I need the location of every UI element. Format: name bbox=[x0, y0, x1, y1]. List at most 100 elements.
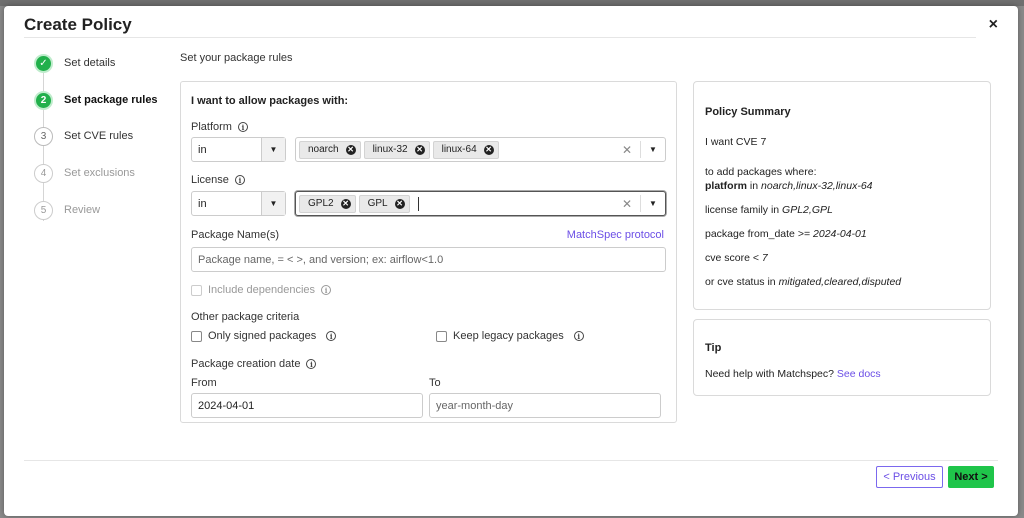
step-number: 3 bbox=[34, 126, 53, 146]
step-label: Set package rules bbox=[64, 94, 158, 106]
license-label-text: License bbox=[191, 174, 229, 186]
keep-legacy-label: Keep legacy packages bbox=[453, 330, 564, 342]
keep-legacy-checkbox[interactable] bbox=[436, 330, 447, 342]
previous-button[interactable]: < Previous bbox=[876, 466, 943, 488]
summary-license: license family in GPL2,GPL bbox=[705, 203, 979, 217]
summary-prefix: or bbox=[705, 276, 718, 288]
caret-down-icon: ▼ bbox=[261, 138, 285, 161]
see-docs-link[interactable]: See docs bbox=[837, 368, 881, 380]
summary-op: in bbox=[768, 204, 783, 216]
include-dependencies-row: Include dependencies i bbox=[191, 284, 332, 296]
footer-divider bbox=[24, 460, 998, 461]
platform-label-text: Platform bbox=[191, 121, 232, 133]
to-date-input[interactable] bbox=[429, 393, 661, 418]
package-names-input[interactable] bbox=[191, 247, 666, 272]
license-multiselect[interactable]: GPL2 ✕ GPL ✕ ✕ ▼ bbox=[295, 191, 666, 216]
remove-chip-icon[interactable]: ✕ bbox=[340, 198, 351, 209]
other-criteria-label: Other package criteria bbox=[191, 311, 300, 323]
step-set-cve-rules[interactable]: 3 Set CVE rules bbox=[34, 126, 133, 146]
title-divider bbox=[24, 37, 976, 38]
clear-icon[interactable]: ✕ bbox=[614, 143, 640, 157]
remove-chip-icon[interactable]: ✕ bbox=[483, 144, 494, 155]
summary-key: platform bbox=[705, 180, 747, 192]
info-icon[interactable]: i bbox=[573, 331, 584, 341]
summary-op: >= bbox=[794, 228, 814, 240]
summary-key: cve score bbox=[705, 252, 750, 264]
step-set-package-rules[interactable]: 2 Set package rules bbox=[34, 90, 158, 110]
license-operator-select[interactable]: in ▼ bbox=[191, 191, 286, 216]
info-icon[interactable]: i bbox=[326, 331, 337, 341]
only-signed-checkbox[interactable] bbox=[191, 330, 202, 342]
step-set-exclusions[interactable]: 4 Set exclusions bbox=[34, 163, 135, 183]
matchspec-protocol-link[interactable]: MatchSpec protocol bbox=[567, 229, 664, 241]
license-chip: GPL ✕ bbox=[358, 194, 410, 213]
summary-status: or cve status in mitigated,cleared,dispu… bbox=[705, 275, 979, 289]
keep-legacy-row: Keep legacy packages i bbox=[436, 330, 584, 342]
from-date-input[interactable] bbox=[191, 393, 423, 418]
step-review[interactable]: 5 Review bbox=[34, 200, 100, 220]
platform-multiselect[interactable]: noarch ✕ linux-32 ✕ linux-64 ✕ ✕ ▼ bbox=[295, 137, 666, 162]
check-icon: ✓ bbox=[34, 53, 53, 73]
step-number: 4 bbox=[34, 163, 53, 183]
license-label: License i bbox=[191, 174, 245, 186]
policy-summary-panel: Policy Summary I want CVE 7 to add packa… bbox=[693, 81, 991, 310]
rules-heading: I want to allow packages with: bbox=[191, 95, 349, 107]
platform-label: Platform i bbox=[191, 121, 248, 133]
summary-op: in bbox=[747, 180, 762, 192]
summary-value: 2024-04-01 bbox=[813, 228, 867, 240]
modal-title: Create Policy bbox=[24, 15, 132, 34]
chip-label: GPL bbox=[367, 198, 388, 209]
dropdown-arrow-icon[interactable]: ▼ bbox=[641, 199, 665, 208]
summary-op: in bbox=[764, 276, 779, 288]
chip-label: linux-32 bbox=[372, 144, 408, 155]
info-icon[interactable]: i bbox=[321, 285, 332, 295]
summary-key: package from_date bbox=[705, 228, 795, 240]
step-number: 5 bbox=[34, 200, 53, 220]
step-label: Review bbox=[64, 204, 101, 216]
package-rules-panel: I want to allow packages with: Platform … bbox=[180, 81, 677, 423]
summary-op: < bbox=[749, 252, 762, 264]
include-dependencies-checkbox[interactable] bbox=[191, 284, 202, 296]
close-icon[interactable]: × bbox=[989, 16, 998, 34]
platform-chip: linux-32 ✕ bbox=[363, 140, 430, 159]
creation-date-text: Package creation date bbox=[191, 358, 301, 370]
remove-chip-icon[interactable]: ✕ bbox=[345, 144, 356, 155]
tip-text: Need help with Matchspec? bbox=[705, 368, 837, 380]
summary-platform: platform in noarch,linux-32,linux-64 bbox=[705, 179, 979, 193]
summary-value: GPL2,GPL bbox=[782, 204, 833, 216]
to-label: To bbox=[429, 377, 441, 389]
summary-heading: Policy Summary bbox=[705, 106, 791, 118]
chip-label: linux-64 bbox=[441, 144, 477, 155]
info-icon[interactable]: i bbox=[234, 175, 245, 185]
summary-value: mitigated,cleared,disputed bbox=[778, 276, 902, 288]
include-dependencies-label: Include dependencies bbox=[208, 284, 316, 296]
clear-icon[interactable]: ✕ bbox=[614, 197, 640, 211]
caret-down-icon: ▼ bbox=[261, 192, 285, 215]
create-policy-modal: Create Policy × ✓ Set details 2 Set pack… bbox=[4, 6, 1018, 516]
section-heading: Set your package rules bbox=[180, 52, 293, 64]
info-icon[interactable]: i bbox=[306, 359, 317, 369]
summary-key: license family bbox=[705, 204, 769, 216]
summary-key: cve status bbox=[717, 276, 765, 288]
info-icon[interactable]: i bbox=[237, 122, 248, 132]
dropdown-arrow-icon[interactable]: ▼ bbox=[641, 145, 665, 154]
step-label: Set details bbox=[64, 57, 116, 69]
platform-operator-select[interactable]: in ▼ bbox=[191, 137, 286, 162]
creation-date-label: Package creation date i bbox=[191, 358, 317, 370]
remove-chip-icon[interactable]: ✕ bbox=[394, 198, 405, 209]
license-operator-value: in bbox=[198, 197, 207, 210]
platform-chip: noarch ✕ bbox=[299, 140, 361, 159]
step-number: 2 bbox=[34, 90, 53, 110]
summary-value: 7 bbox=[761, 252, 768, 264]
remove-chip-icon[interactable]: ✕ bbox=[414, 144, 425, 155]
summary-score: cve score < 7 bbox=[705, 251, 979, 265]
platform-chip: linux-64 ✕ bbox=[432, 140, 499, 159]
summary-intro: to add packages where: bbox=[705, 166, 817, 178]
summary-from-date: package from_date >= 2024-04-01 bbox=[705, 227, 979, 241]
package-names-label: Package Name(s) bbox=[191, 229, 280, 241]
tip-heading: Tip bbox=[705, 342, 722, 354]
next-button[interactable]: Next > bbox=[948, 466, 994, 488]
step-set-details[interactable]: ✓ Set details bbox=[34, 53, 115, 73]
text-cursor bbox=[417, 196, 419, 211]
platform-operator-value: in bbox=[198, 143, 207, 156]
